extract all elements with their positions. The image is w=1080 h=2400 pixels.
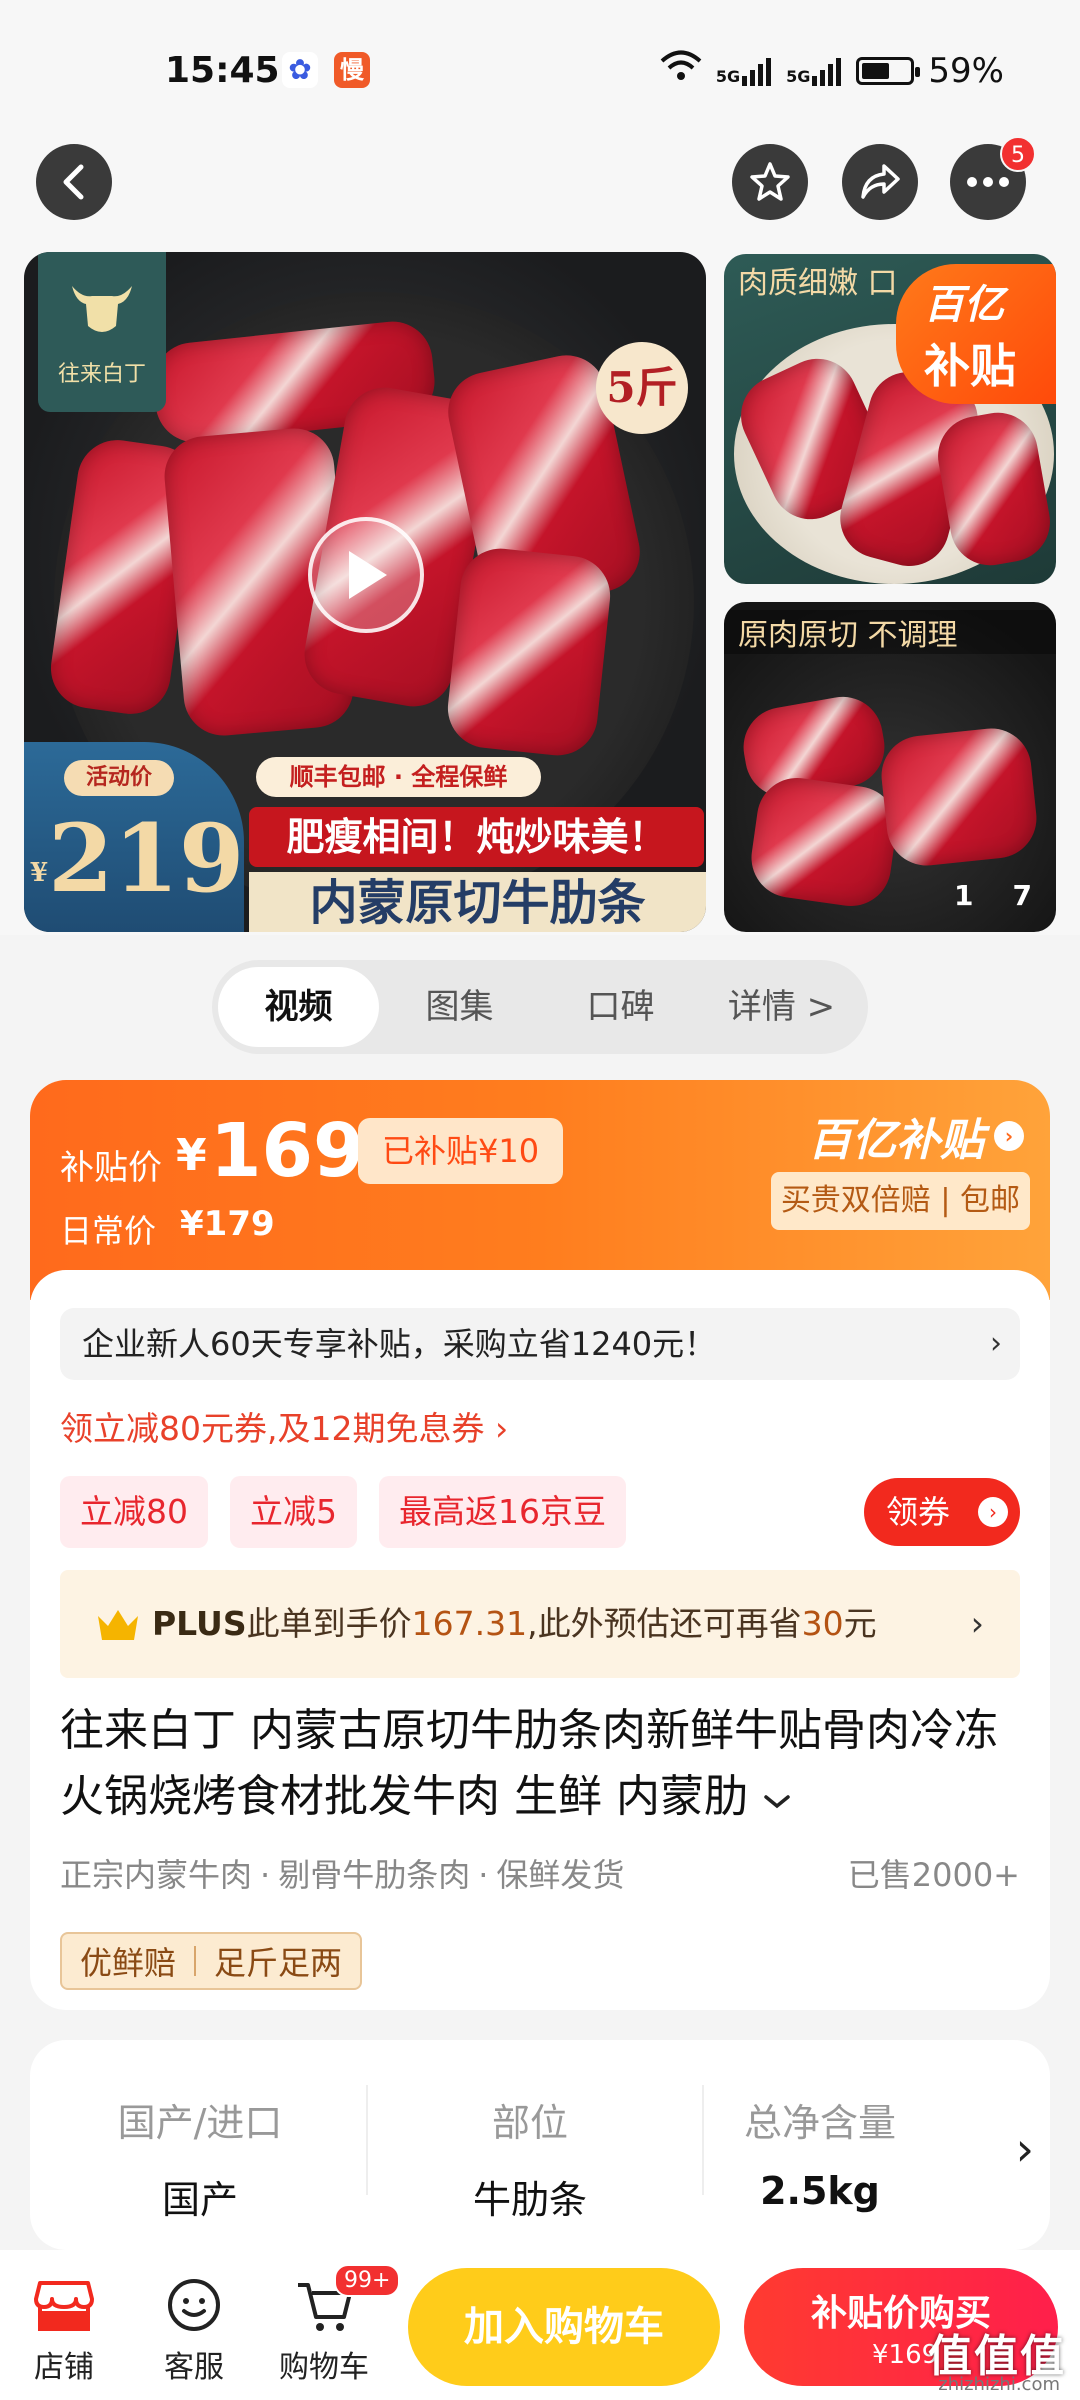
service-guarantees[interactable]: 优鲜赔 足斤足两 (60, 1932, 363, 1990)
chevron-right-icon: › (970, 1604, 984, 1643)
tab-gallery[interactable]: 图集 (379, 967, 540, 1047)
product-tag: 剔骨牛肋条肉 (278, 1856, 471, 1894)
spec-part: 部位 牛肋条 (472, 2101, 587, 2222)
slogan-banner: 肥瘦相间！炖炒味美！ (249, 807, 704, 867)
product-tag: 保鲜发货 (496, 1856, 625, 1894)
subsidy-badge: 百亿 补贴 (896, 264, 1056, 404)
store-button[interactable]: 店铺 (4, 2270, 124, 2386)
promo-label: 活动价 (64, 760, 174, 796)
share-button[interactable] (842, 144, 918, 220)
media-tabs: 视频 图集 口碑 详情 > (212, 960, 868, 1054)
gallery-thumb-2[interactable]: 原肉原切 不调理 1 7 (724, 602, 1056, 932)
coupon-chip[interactable]: 立减80 (60, 1476, 208, 1548)
subsidy-price-label: 补贴价 (60, 1148, 162, 1188)
battery-icon (856, 56, 921, 85)
signal-icon-2: 5G (786, 56, 842, 86)
cart-button[interactable]: 99+ 购物车 (264, 2264, 401, 2386)
battery-percent: 59% (928, 50, 1004, 91)
app-notification-icon: 慢 (334, 52, 370, 88)
product-header: 5 (0, 136, 1080, 250)
star-icon (750, 162, 790, 201)
chevron-right-icon: › (994, 1121, 1024, 1151)
weight-tag: 5斤 (596, 342, 688, 434)
play-icon (349, 551, 387, 599)
brand-logo: 往来白丁 (38, 252, 166, 412)
subsidy-program-link[interactable]: 百亿补贴 › (808, 1104, 1024, 1168)
meat-image (443, 544, 615, 760)
daily-price-label: 日常价 (60, 1212, 157, 1250)
more-button[interactable]: 5 (950, 136, 1036, 220)
guarantee-chip: 优鲜赔 (80, 1944, 177, 1982)
add-to-cart-button[interactable]: 加入购物车 (408, 2268, 720, 2386)
store-icon (34, 2281, 94, 2331)
coupon-chip[interactable]: 最高返16京豆 (379, 1476, 626, 1548)
saved-tag: 已补贴¥10 (358, 1118, 564, 1184)
bull-logo-icon (72, 286, 132, 332)
main-product-video[interactable]: 往来白丁 5斤 活动价 ¥219 顺丰包邮 · 全程保鲜 肥瘦相间！炖炒味美！ … (24, 252, 706, 932)
signal-icon-1: 5G (716, 56, 772, 86)
tab-details[interactable]: 详情 > (701, 967, 862, 1047)
spec-weight: 总净含量 2.5kg (743, 2101, 896, 2213)
shipping-banner: 顺丰包邮 · 全程保鲜 (256, 757, 541, 797)
spec-card[interactable]: 国产/进口 国产 部位 牛肋条 总净含量 2.5kg › (30, 2040, 1050, 2250)
spec-origin: 国产/进口 国产 (117, 2101, 283, 2222)
tab-reviews[interactable]: 口碑 (540, 967, 701, 1047)
more-icon (967, 177, 1009, 187)
guarantee-tag: 买贵双倍赔 | 包邮 (770, 1172, 1030, 1230)
plus-member-bar[interactable]: PLUS此单到手价167.31,此外预估还可再省30元 › (60, 1570, 1020, 1678)
chevron-down-icon (764, 1795, 790, 1809)
coupon-chip[interactable]: 立减5 (230, 1476, 357, 1548)
chevron-right-icon: › (978, 1497, 1008, 1527)
tab-video[interactable]: 视频 (218, 967, 379, 1047)
product-tag: 正宗内蒙牛肉 (60, 1856, 253, 1894)
product-gallery: 往来白丁 5斤 活动价 ¥219 顺丰包邮 · 全程保鲜 肥瘦相间！炖炒味美！ … (0, 250, 1080, 935)
watermark-url: zhizhizhi.com (938, 2374, 1060, 2395)
subsidy-price: 169 (210, 1108, 365, 1194)
image-counter: 1 7 (954, 879, 1032, 912)
bottom-action-bar: 店铺 客服 99+ 购物车 加入购物车 补贴价购买 ¥169 (0, 2250, 1080, 2400)
favorite-button[interactable] (732, 144, 808, 220)
enterprise-notice[interactable]: 企业新人60天专享补贴，采购立省1240元！ › (60, 1308, 1020, 1380)
status-bar: 15:45 ✿ 慢 5G 5G 59% (0, 0, 1080, 140)
cart-badge: 99+ (334, 2264, 401, 2297)
share-icon (861, 164, 900, 199)
thumb-caption: 原肉原切 不调理 (724, 610, 1056, 654)
guarantee-chip: 足斤足两 (214, 1944, 343, 1982)
baidu-app-icon: ✿ (282, 52, 318, 88)
price-card: 补贴价 ¥ 169 已补贴¥10 日常价 ¥179 百亿补贴 › 买贵双倍赔 |… (30, 1080, 1050, 2010)
crown-icon (98, 1610, 138, 1640)
gallery-thumb-1[interactable]: 肉质细嫩 口 百亿 补贴 (724, 254, 1056, 584)
chevron-right-icon: › (1015, 2122, 1034, 2176)
chevron-right-icon: › (990, 1326, 1002, 1361)
sold-count: 已售2000+ (847, 1856, 1020, 1894)
claim-coupon-button[interactable]: 领券 › (864, 1478, 1020, 1546)
play-video-button[interactable] (308, 517, 424, 633)
customer-service-button[interactable]: 客服 (134, 2270, 254, 2386)
product-title[interactable]: 往来白丁 内蒙古原切牛肋条肉新鲜牛贴骨肉冷冻火锅烧烤食材批发牛肉 生鲜 内蒙肋 (60, 1698, 1020, 1830)
daily-price: ¥179 (180, 1204, 275, 1244)
meat-image (877, 724, 1041, 870)
price-header: 补贴价 ¥ 169 已补贴¥10 日常价 ¥179 百亿补贴 › 买贵双倍赔 |… (30, 1080, 1050, 1330)
chat-face-icon (168, 2279, 220, 2331)
promo-price: ¥219 (30, 804, 245, 914)
coupon-row: 立减80 立减5 最高返16京豆 领券 › (60, 1476, 1020, 1548)
status-time: 15:45 (165, 50, 280, 91)
more-badge: 5 (1000, 136, 1036, 172)
product-name-banner: 内蒙原切牛肋条 (249, 872, 706, 932)
coupon-link[interactable]: 领立减80元券,及12期免息券 › (60, 1402, 508, 1450)
back-button[interactable] (36, 144, 112, 220)
wifi-icon (660, 50, 702, 91)
product-tags: 正宗内蒙牛肉 · 剔骨牛肋条肉 · 保鲜发货 已售2000+ (60, 1850, 1020, 1896)
currency-symbol: ¥ (176, 1130, 207, 1181)
chevron-left-icon (63, 164, 84, 200)
meat-image (746, 772, 902, 912)
status-right-group: 5G 5G 59% (660, 50, 1004, 91)
